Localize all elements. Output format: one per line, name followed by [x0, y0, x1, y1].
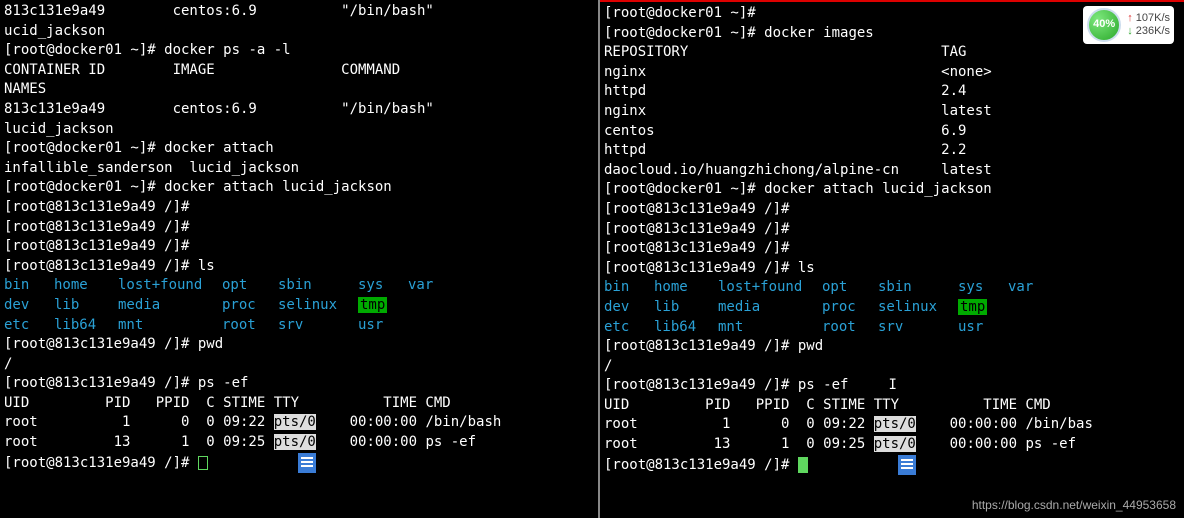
- ls-entry: etc: [604, 318, 654, 338]
- ls-entry: dev: [4, 296, 54, 316]
- ps-header: UID PID PPID C STIME TTY TIME CMD: [604, 396, 1180, 416]
- table-row: httpd 2.2: [604, 141, 1180, 161]
- prompt-line: [root@813c131e9a49 /]#: [4, 218, 594, 238]
- ls-entry: mnt: [118, 316, 222, 336]
- ls-entry: lib: [54, 296, 118, 316]
- prompt-line: [root@docker01 ~]# docker ps -a -l: [4, 41, 594, 61]
- ps-row: root 1 0 0 09:22 pts/0 00:00:00 /bin/bas: [604, 415, 1180, 435]
- prompt-line: [root@813c131e9a49 /]#: [4, 198, 594, 218]
- table-row: httpd 2.4: [604, 82, 1180, 102]
- ls-entry: sys: [358, 276, 408, 296]
- ls-entry: lost+found: [118, 276, 222, 296]
- text-cursor-icon: I: [888, 376, 896, 396]
- document-icon: [898, 455, 916, 475]
- ls-output-row: etclib64mntrootsrvusr: [4, 316, 594, 336]
- prompt-line: [root@813c131e9a49 /]#: [604, 220, 1180, 240]
- prompt-line[interactable]: [root@813c131e9a49 /]#: [604, 455, 1180, 476]
- ls-output-row: binhomelost+foundoptsbinsysvar: [4, 276, 594, 296]
- ls-entry: lib: [654, 298, 718, 318]
- ls-output-row: devlibmediaprocselinuxtmp: [4, 296, 594, 316]
- ps-row: root 13 1 0 09:25 pts/0 00:00:00 ps -ef: [604, 435, 1180, 455]
- ls-entry: srv: [278, 316, 358, 336]
- cursor-icon: [798, 457, 808, 473]
- ls-entry: root: [822, 318, 878, 338]
- document-icon: [298, 453, 316, 473]
- ls-entry: srv: [878, 318, 958, 338]
- ls-entry: sys: [958, 278, 1008, 298]
- ls-entry: dev: [604, 298, 654, 318]
- prompt-line: [root@docker01 ~]# docker attach: [4, 139, 594, 159]
- ls-entry: bin: [4, 276, 54, 296]
- terminal-left[interactable]: 813c131e9a49 centos:6.9 "/bin/bash" ucid…: [0, 0, 600, 518]
- table-row: nginx <none>: [604, 63, 1180, 83]
- ls-entry: sbin: [878, 278, 958, 298]
- table-header: REPOSITORY TAG: [604, 43, 1180, 63]
- ls-entry: lib64: [654, 318, 718, 338]
- ps-row: root 13 1 0 09:25 pts/0 00:00:00 ps -ef: [4, 433, 594, 453]
- output-line: 813c131e9a49 centos:6.9 "/bin/bash": [4, 100, 594, 120]
- ls-output-row: binhomelost+foundoptsbinsysvar: [604, 278, 1180, 298]
- ls-entry: sbin: [278, 276, 358, 296]
- arrow-down-icon: ↓: [1127, 25, 1133, 37]
- ps-header: UID PID PPID C STIME TTY TIME CMD: [4, 394, 594, 414]
- speed-percent-badge: 40%: [1087, 8, 1121, 42]
- ls-entry: home: [54, 276, 118, 296]
- speed-readout: ↑ 107K/s ↓ 236K/s: [1127, 12, 1170, 38]
- ls-output-row: etclib64mntrootsrvusr: [604, 318, 1180, 338]
- prompt-line[interactable]: [root@813c131e9a49 /]#: [4, 453, 594, 474]
- ls-entry: home: [654, 278, 718, 298]
- prompt-line: [root@813c131e9a49 /]# ls: [604, 259, 1180, 279]
- prompt-line: [root@813c131e9a49 /]#: [4, 237, 594, 257]
- watermark-text: https://blog.csdn.net/weixin_44953658: [972, 497, 1176, 514]
- terminal-right[interactable]: [root@docker01 ~]# [root@docker01 ~]# do…: [600, 0, 1184, 518]
- ls-output-row: devlibmediaprocselinuxtmp: [604, 298, 1180, 318]
- output-line: /: [4, 355, 594, 375]
- ls-entry: mnt: [718, 318, 822, 338]
- table-row: nginx latest: [604, 102, 1180, 122]
- ls-entry: selinux: [278, 296, 358, 316]
- ls-entry: var: [1008, 278, 1048, 298]
- ls-entry: opt: [822, 278, 878, 298]
- arrow-up-icon: ↑: [1127, 12, 1133, 24]
- ls-entry: tmp: [358, 296, 408, 316]
- ls-entry: media: [718, 298, 822, 318]
- ls-entry: opt: [222, 276, 278, 296]
- prompt-line: [root@813c131e9a49 /]#: [604, 200, 1180, 220]
- prompt-line: [root@813c131e9a49 /]# ps -efI: [604, 376, 1180, 396]
- prompt-line: [root@docker01 ~]# docker attach lucid_j…: [4, 178, 594, 198]
- output-line: lucid_jackson: [4, 120, 594, 140]
- prompt-line: [root@813c131e9a49 /]#: [604, 239, 1180, 259]
- prompt-line: [root@813c131e9a49 /]# ls: [4, 257, 594, 277]
- ls-entry: bin: [604, 278, 654, 298]
- ls-entry: proc: [822, 298, 878, 318]
- ls-entry: usr: [358, 316, 408, 336]
- ls-entry: selinux: [878, 298, 958, 318]
- ls-entry: usr: [958, 318, 1008, 338]
- cursor-icon: [198, 456, 208, 470]
- ls-entry: var: [408, 276, 448, 296]
- prompt-line: [root@813c131e9a49 /]# pwd: [604, 337, 1180, 357]
- prompt-line: [root@813c131e9a49 /]# ps -ef: [4, 374, 594, 394]
- output-line: CONTAINER ID IMAGE COMMAND: [4, 61, 594, 81]
- ls-entry: etc: [4, 316, 54, 336]
- output-line: infallible_sanderson lucid_jackson: [4, 159, 594, 179]
- output-line: NAMES: [4, 80, 594, 100]
- ls-entry: proc: [222, 296, 278, 316]
- output-line: 813c131e9a49 centos:6.9 "/bin/bash": [4, 2, 594, 22]
- ls-entry: lost+found: [718, 278, 822, 298]
- ls-entry: root: [222, 316, 278, 336]
- ls-entry: lib64: [54, 316, 118, 336]
- output-line: ucid_jackson: [4, 22, 594, 42]
- ls-entry: media: [118, 296, 222, 316]
- output-line: /: [604, 357, 1180, 377]
- ls-entry: tmp: [958, 298, 1008, 318]
- ps-row: root 1 0 0 09:22 pts/0 00:00:00 /bin/bas…: [4, 413, 594, 433]
- table-row: centos 6.9: [604, 122, 1180, 142]
- network-speed-widget[interactable]: 40% ↑ 107K/s ↓ 236K/s: [1083, 6, 1174, 44]
- prompt-line: [root@813c131e9a49 /]# pwd: [4, 335, 594, 355]
- prompt-line: [root@docker01 ~]# docker attach lucid_j…: [604, 180, 1180, 200]
- table-row: daocloud.io/huangzhichong/alpine-cn late…: [604, 161, 1180, 181]
